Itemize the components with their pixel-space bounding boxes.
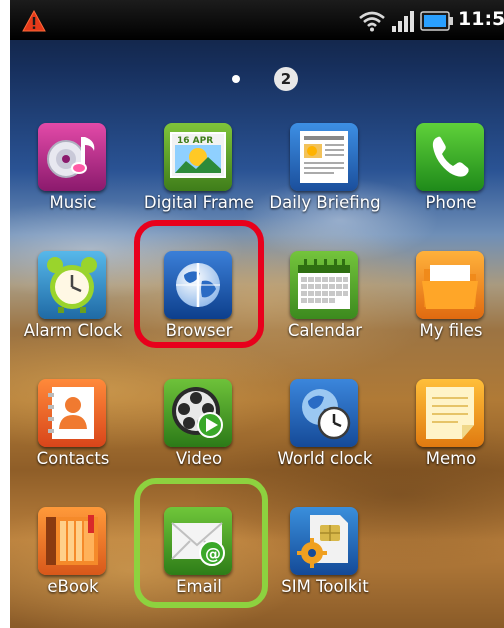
page-dot[interactable] <box>232 75 240 83</box>
app-digital-frame[interactable]: 16 APR Digital Frame <box>136 115 262 225</box>
app-label: SIM Toolkit <box>281 577 369 596</box>
phone-screenshot: 11:58 2 <box>0 0 504 628</box>
app-label: Phone <box>425 193 477 212</box>
status-clock: 11:58 <box>458 8 504 30</box>
memo-icon <box>416 379 484 447</box>
world-clock-icon <box>290 379 358 447</box>
app-label: Calendar <box>287 321 363 340</box>
status-bar: 11:58 <box>10 0 504 40</box>
app-label: My files <box>419 321 483 340</box>
app-world-clock[interactable]: World clock <box>262 371 388 481</box>
app-label: Music <box>49 193 97 212</box>
app-label: Digital Frame <box>143 193 255 212</box>
alarm-clock-icon <box>38 251 106 319</box>
wifi-icon <box>359 11 385 32</box>
ebook-icon <box>38 507 106 575</box>
contacts-icon <box>38 379 106 447</box>
folder-icon <box>416 251 484 319</box>
phone-icon <box>416 123 484 191</box>
app-video[interactable]: Video <box>136 371 262 481</box>
calendar-icon <box>290 251 358 319</box>
app-label: Memo <box>425 449 477 468</box>
app-memo[interactable]: Memo <box>388 371 504 481</box>
home-screen: 11:58 2 <box>10 0 504 628</box>
daily-briefing-icon <box>290 123 358 191</box>
music-icon <box>38 123 106 191</box>
video-reel-icon <box>164 379 232 447</box>
app-alarm-clock[interactable]: Alarm Clock <box>10 243 136 353</box>
warning-icon[interactable] <box>22 10 46 32</box>
browser-highlight-box <box>134 220 264 348</box>
app-label: Video <box>175 449 223 468</box>
app-my-files[interactable]: My files <box>388 243 504 353</box>
app-phone[interactable]: Phone <box>388 115 504 225</box>
app-label: World clock <box>277 449 373 468</box>
app-label: Contacts <box>36 449 110 468</box>
sim-card-icon <box>290 507 358 575</box>
app-music[interactable]: Music <box>10 115 136 225</box>
app-daily-briefing[interactable]: Daily Briefing <box>262 115 388 225</box>
app-ebook[interactable]: eBook <box>10 499 136 609</box>
app-label: eBook <box>47 577 99 596</box>
current-page-indicator[interactable]: 2 <box>274 67 298 91</box>
email-highlight-box <box>134 478 268 608</box>
signal-strength-icon <box>392 11 414 32</box>
app-sim-toolkit[interactable]: SIM Toolkit <box>262 499 388 609</box>
app-contacts[interactable]: Contacts <box>10 371 136 481</box>
app-calendar[interactable]: Calendar <box>262 243 388 353</box>
app-label: Alarm Clock <box>23 321 123 340</box>
app-label: Daily Briefing <box>269 193 381 212</box>
page-indicator: 2 <box>10 67 504 91</box>
frame-date: 16 APR <box>177 136 213 146</box>
digital-frame-icon: 16 APR <box>164 123 232 191</box>
battery-icon <box>420 11 453 31</box>
